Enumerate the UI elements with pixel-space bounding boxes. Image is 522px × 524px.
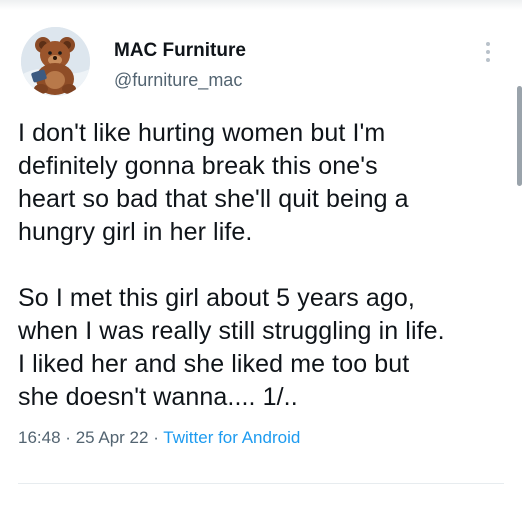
tweet-page: MAC Furniture @furniture_mac I don't lik… <box>0 0 522 524</box>
tweet-date[interactable]: 25 Apr 22 <box>76 428 149 447</box>
tweet-header: MAC Furniture @furniture_mac <box>18 18 500 102</box>
bottom-divider <box>18 483 504 484</box>
tweet-source-link[interactable]: Twitter for Android <box>163 428 300 447</box>
meta-separator: · <box>65 428 71 447</box>
user-handle[interactable]: @furniture_mac <box>114 70 242 91</box>
tweet-time[interactable]: 16:48 <box>18 428 61 447</box>
top-divider <box>0 0 522 10</box>
display-name[interactable]: MAC Furniture <box>114 40 246 62</box>
avatar[interactable] <box>21 27 90 96</box>
meta-separator: · <box>153 428 159 447</box>
tweet-meta: 16:48 · 25 Apr 22 · Twitter for Android <box>18 428 500 448</box>
scrollbar[interactable] <box>517 86 522 186</box>
tweet-text: I don't like hurting women but I'm defin… <box>18 119 445 411</box>
more-vertical-icon[interactable] <box>480 40 496 64</box>
teddy-bear-icon <box>21 27 90 96</box>
tweet-card[interactable]: MAC Furniture @furniture_mac I don't lik… <box>0 18 522 448</box>
